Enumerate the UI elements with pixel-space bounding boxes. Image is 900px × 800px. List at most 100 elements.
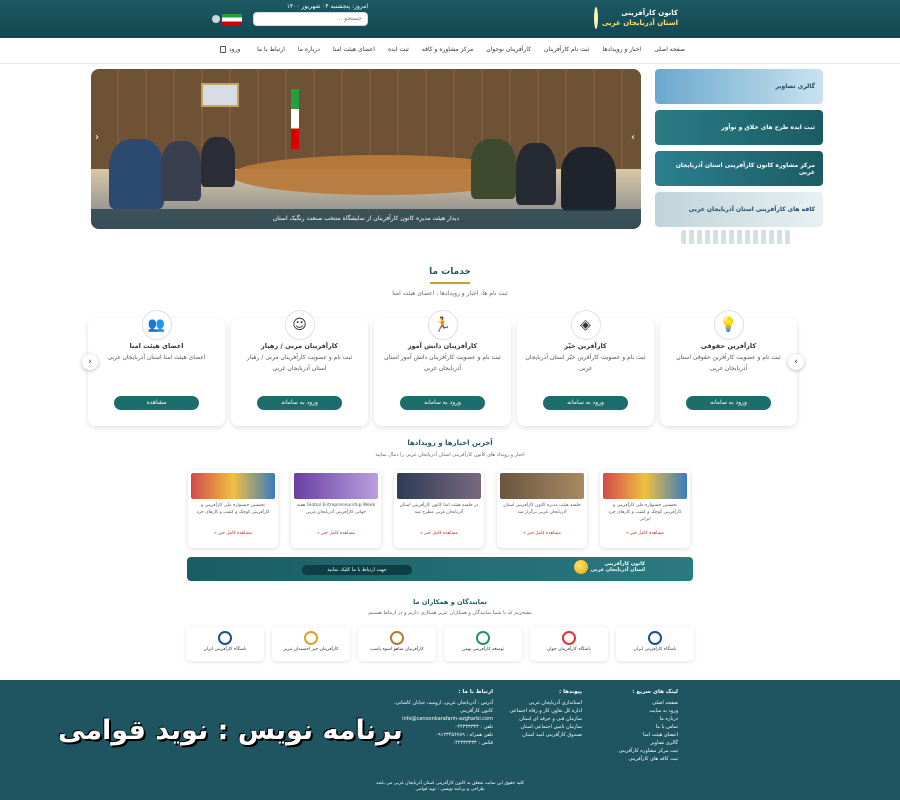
footer-link[interactable]: استانداری آذربایجان غربی (502, 699, 582, 707)
news-image (191, 473, 275, 499)
news-more-link[interactable]: مشاهده کامل خبر » (394, 531, 484, 536)
service-card-button[interactable]: ورود به سامانه (686, 396, 771, 410)
banner-label: گالری تصاویر (775, 83, 815, 90)
news-more-link[interactable]: مشاهده کامل خبر » (497, 531, 587, 536)
nav-item[interactable]: اخبار و رویدادها (603, 46, 642, 53)
nav-item[interactable]: کارآفرینان نوجوان (486, 46, 531, 53)
news-text: در جلسه هیئت امنا کانون کارآفرینی استان … (399, 503, 479, 515)
service-card-button[interactable]: ورود به سامانه (400, 396, 485, 410)
service-card-desc: ثبت نام و عضویت کارآفرین حقوقی استان آذر… (676, 354, 781, 372)
news-card[interactable]: نخستین جشنواره ملی کارآفرینی و کارآفرینی… (188, 470, 278, 548)
nav-item[interactable]: ثبت نام کارآفرینان (544, 46, 590, 53)
news-card[interactable]: نخستین جشنواره ملی کارآفرینی و کارآفرینی… (600, 470, 690, 548)
flag-emblem (212, 12, 242, 26)
logo-icon (593, 7, 598, 29)
banner-label: ثبت ایده طرح های خلاق و نوآور (721, 124, 815, 131)
news-more-link[interactable]: مشاهده کامل خبر » (600, 531, 690, 536)
search-input[interactable]: جستجو ... (253, 12, 368, 26)
footer-quick-link[interactable]: ثبت مرکز مشاوره کارآفرینی (588, 747, 678, 755)
service-card-button[interactable]: ورود به سامانه (543, 396, 628, 410)
footer-quick-link[interactable]: ورود به سایت (588, 707, 678, 715)
partner-name: کارآفرینان خیر اخشیدان تبریز (283, 647, 339, 652)
service-card: 🏃 کارآفرینان دانش آموز ثبت نام و عضویت کار… (374, 310, 511, 426)
slider-next-icon[interactable]: › (631, 132, 635, 143)
nav-item[interactable]: اعضای هیئت امنا (333, 46, 375, 53)
title-underline (430, 282, 470, 284)
partner-card[interactable]: باشگاه کارآفرینی ایران (616, 627, 694, 661)
consult-banner[interactable]: مرکز مشاوره کانون کارآفرینی استان آذربای… (655, 151, 823, 186)
login-link[interactable]: ورود (220, 46, 240, 53)
site-logo[interactable]: کانون کارآفرینی استان آذربایجان غربی (593, 3, 678, 33)
cards-prev-icon[interactable]: ‹ (82, 354, 98, 370)
footer-link[interactable]: سازمان فنی و حرفه ای استان (502, 715, 582, 723)
service-card: 👥 اعضای هیئت امنا اعضای هیئت امنا استان آذ… (88, 310, 225, 426)
services-subtitle: ثبت نام ها، اخبار و رویدادها ، اعضای هیئ… (392, 290, 508, 297)
contact-title: ارتباط با ما : (458, 689, 493, 695)
footer-link[interactable]: سازمان تامین اجتماعی استان (502, 723, 582, 731)
contact-cta: جهت ارتباط با ما کلیک نمایید کانون کارآف… (187, 557, 693, 581)
partner-logo-icon (218, 631, 232, 645)
lock-icon (220, 46, 226, 53)
nav-item[interactable]: درباره ما (298, 46, 320, 53)
partner-name: کارآفرینان شاهو اسوه پاسپ (370, 647, 424, 652)
partner-card[interactable]: باشگاه کارآفرینان جوان (530, 627, 608, 661)
idea-banner[interactable]: ثبت ایده طرح های خلاق و نوآور (655, 110, 823, 145)
footer-quick-link[interactable]: صفحه اصلی (588, 699, 678, 707)
diamond-icon: ◈ (570, 310, 601, 340)
news-more-link[interactable]: مشاهده کامل خبر » (188, 531, 278, 536)
hero-slider[interactable]: دیدار هیئت مدیره کانون کارآفرینان از نما… (91, 69, 641, 229)
footer-quick-link[interactable]: تماس با ما (588, 723, 678, 731)
news-title: آخرین اخبارها و رویدادها (407, 439, 493, 447)
cards-next-icon[interactable]: › (788, 354, 804, 370)
cta-logo-subtitle: استان آذربایجان غربی (590, 567, 645, 573)
slide-caption: دیدار هیئت مدیره کانون کارآفرینان از نما… (91, 209, 641, 229)
logo-subtitle: استان آذربایجان غربی (601, 19, 678, 27)
news-image (294, 473, 378, 499)
partner-logo-icon (648, 631, 662, 645)
slider-prev-icon[interactable]: ‹ (95, 132, 99, 143)
news-more-link[interactable]: مشاهده کامل خبر » (291, 531, 381, 536)
news-card[interactable]: جلسه هیئت مدیره کانون کارآفرینی استان آذ… (497, 470, 587, 548)
cafe-banner[interactable]: کافه های کارآفرینی استان آذربایجان غربی (655, 192, 823, 227)
partner-card[interactable]: کارآفرینان شاهو اسوه پاسپ (358, 627, 436, 661)
news-card[interactable]: در جلسه هیئت امنا کانون کارآفرینی استان … (394, 470, 484, 548)
footer-link[interactable]: اداره کل تعاون کار و رفاه اجتماعی (502, 707, 582, 715)
contact-cta-button[interactable]: جهت ارتباط با ما کلیک نمایید (302, 565, 412, 575)
services-cards: 💡 کارآفرین حقوقی ثبت نام و عضویت کارآفرین … (88, 310, 802, 426)
banner-label: مرکز مشاوره کانون کارآفرینی استان آذربای… (675, 161, 815, 176)
news-image (500, 473, 584, 499)
partner-name: باشگاه کارآفرینی ایران (203, 647, 247, 652)
news-text: نخستین جشنواره ملی کارآفرینی و کارآفرینی… (196, 503, 270, 515)
footer-link[interactable]: صندوق کارآفرینی امید استان (502, 731, 582, 739)
partner-card[interactable]: توسعه کارآفرینی بهمن (444, 627, 522, 661)
developer-watermark: برنامه نویس : نوید قوامی (58, 715, 403, 746)
news-text: Global Entrepreneurship Week هفته جهانی … (296, 503, 376, 515)
service-card-desc: ثبت نام و عضویت کارآفرین خیّر استان آذرب… (525, 354, 646, 372)
footer-quick-link[interactable]: اعضای هیئت امنا (588, 731, 678, 739)
nav-item[interactable]: ارتباط با ما (257, 46, 285, 53)
top-header: کانون کارآفرینی استان آذربایجان غربی امر… (0, 0, 900, 38)
quick-links: لینک های سریع : صفحه اصلی ورود به سایت درب… (588, 688, 678, 763)
service-card-button[interactable]: مشاهده (114, 396, 199, 410)
partner-logo-icon (562, 631, 576, 645)
partner-card[interactable]: کارآفرینان خیر اخشیدان تبریز (272, 627, 350, 661)
service-card-title: کارآفرین خیّر (564, 342, 607, 350)
partner-logo-icon (304, 631, 318, 645)
iran-flag-icon (222, 13, 242, 25)
service-card-button[interactable]: ورود به سامانه (257, 396, 342, 410)
partner-name: باشگاه کارآفرینی ایران (633, 647, 677, 652)
nav-item[interactable]: ثبت ایده (388, 46, 409, 53)
service-card-desc: اعضای هیئت امنا استان آذربایجان غربی (107, 354, 206, 361)
logo-title: کانون کارآفرینی (621, 9, 678, 17)
slide-flag (291, 89, 299, 149)
footer-quick-link[interactable]: درباره ما (588, 715, 678, 723)
people-icon: 👥 (141, 310, 172, 340)
footer-quick-link[interactable]: گالری تصاویر (588, 739, 678, 747)
partner-card[interactable]: باشگاه کارآفرینی ایران (186, 627, 264, 661)
gallery-banner[interactable]: گالری تصاویر (655, 69, 823, 104)
cta-logo-icon (573, 560, 588, 574)
nav-item[interactable]: صفحه اصلی (654, 46, 685, 53)
nav-item[interactable]: مرکز مشاوره و کافه (422, 46, 473, 53)
news-card[interactable]: Global Entrepreneurship Week هفته جهانی … (291, 470, 381, 548)
footer-quick-link[interactable]: ثبت کافه های کارآفرینی (588, 755, 678, 763)
